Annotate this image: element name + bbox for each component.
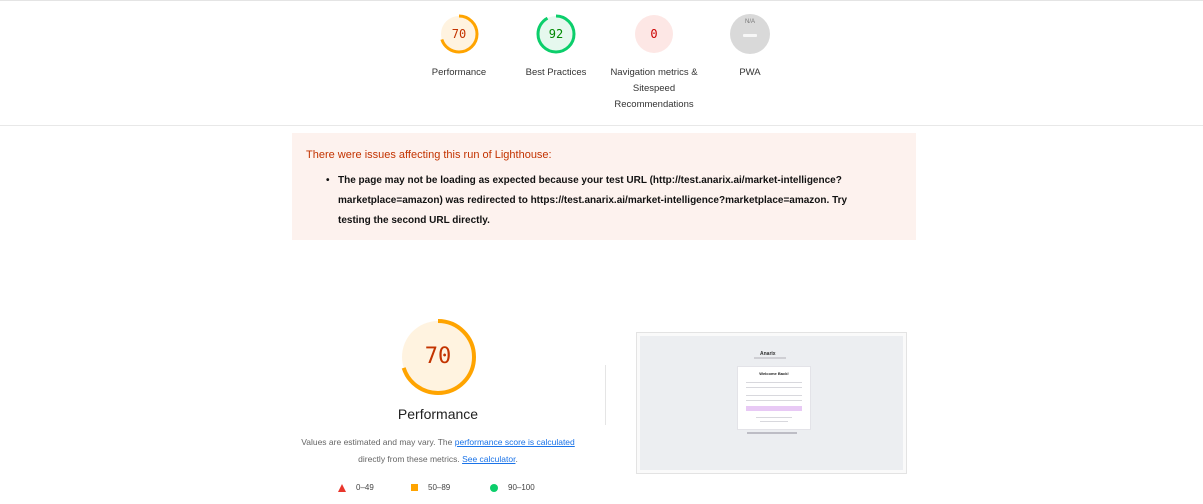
screenshot-field-line — [746, 382, 802, 383]
desc-suffix: . — [515, 454, 518, 464]
gauge-ring: 92 — [535, 13, 577, 55]
screenshot-login-card: Welcome Back! — [737, 366, 811, 430]
page-screenshot[interactable]: Anarix Welcome Back! — [636, 332, 907, 474]
circle-icon — [490, 483, 498, 492]
pwa-gauge: N/A — [730, 14, 770, 54]
screenshot-field-line — [760, 421, 788, 422]
gauge-label: Performance — [431, 67, 487, 78]
desc-prefix: Values are estimated and may vary. The — [301, 437, 455, 447]
gauge-ring: 0 — [633, 13, 675, 55]
gauge-label: Navigation metrics & Sitespeed Recommend… — [610, 67, 698, 110]
legend-average: 50–89 — [411, 482, 450, 494]
gauge-performance[interactable]: 70 Performance — [409, 13, 509, 81]
performance-score: 70 — [424, 344, 452, 369]
pwa-na-text: N/A — [744, 19, 755, 25]
screenshot-field-line — [746, 387, 802, 388]
gauge-score: 92 — [548, 27, 564, 41]
gauge-score: 70 — [451, 27, 467, 41]
desc-middle: directly from these metrics. — [358, 454, 463, 464]
screenshot-subtitle-bar — [754, 357, 786, 359]
legend-range: 50–89 — [428, 483, 451, 492]
performance-gauge-large: 70 — [398, 317, 478, 397]
gauge-pwa[interactable]: N/A PWA — [700, 13, 800, 81]
gauge-label: Best Practices — [525, 67, 587, 78]
vertical-divider — [605, 365, 606, 425]
pwa-dash-icon — [743, 34, 757, 37]
performance-description: Values are estimated and may vary. The p… — [298, 434, 578, 468]
see-calculator-link[interactable]: See calculator — [462, 454, 515, 464]
screenshot-field-line — [746, 400, 802, 401]
screenshot-content: Anarix Welcome Back! — [640, 336, 903, 470]
square-icon — [411, 484, 418, 492]
header-divider — [0, 125, 1203, 126]
performance-title: Performance — [397, 406, 479, 422]
gauge-ring: 70 — [438, 13, 480, 55]
gauge-score: 0 — [650, 27, 658, 41]
warning-title: There were issues affecting this run of … — [306, 149, 552, 161]
warning-box: There were issues affecting this run of … — [292, 133, 916, 240]
gauge-navigation-metrics[interactable]: 0 Navigation metrics & Sitespeed Recomme… — [603, 13, 705, 113]
triangle-icon — [338, 483, 346, 492]
screenshot-field-line — [756, 417, 792, 418]
warning-list: The page may not be loading as expected … — [326, 171, 878, 231]
gauge-label: PWA — [739, 67, 761, 78]
performance-score-link[interactable]: performance score is calculated — [455, 437, 575, 447]
legend-fail: 0–49 — [338, 482, 374, 494]
screenshot-footer-bar — [747, 432, 797, 434]
gauge-best-practices[interactable]: 92 Best Practices — [506, 13, 606, 81]
warning-item: The page may not be loading as expected … — [326, 171, 878, 231]
legend-range: 0–49 — [356, 483, 374, 492]
legend-pass: 90–100 — [490, 482, 535, 494]
screenshot-login-button — [746, 406, 802, 411]
legend-range: 90–100 — [508, 483, 535, 492]
screenshot-field-line — [746, 395, 802, 396]
screenshot-card-title: Welcome Back! — [759, 371, 789, 376]
top-border — [0, 0, 1203, 1]
